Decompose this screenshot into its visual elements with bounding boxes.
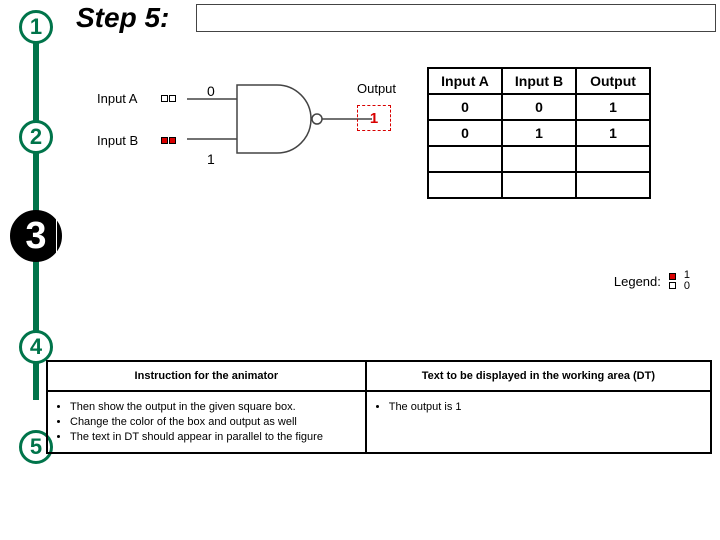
input-a-label: Input A [97,91,137,106]
step-node-4: 4 [19,330,53,364]
legend: Legend: 1 0 [614,270,690,292]
instr-right-cell: The output is 1 [366,391,711,453]
input-a-indicator-2 [169,95,176,102]
truth-header-a: Input A [428,68,502,94]
output-value-box: 1 [357,105,391,131]
legend-empty-icon [669,282,676,289]
step-node-2: 2 [19,120,53,154]
step-title: Step 5: [76,2,169,34]
input-a-indicator [161,95,168,102]
input-b-indicator-2 [169,137,176,144]
list-item: Change the color of the box and output a… [70,416,357,428]
title-placeholder-box [196,4,716,32]
truth-table: Input A Input B Output 0 0 1 0 1 1 [427,67,651,199]
timeline: 1 2 3 4 5 [16,0,56,420]
instruction-table-wrap: Instruction for the animator Text to be … [46,360,712,454]
list-item: Then show the output in the given square… [70,401,357,413]
legend-label: Legend: [614,274,661,289]
list-item: The text in DT should appear in parallel… [70,431,357,443]
truth-header-out: Output [576,68,650,94]
output-label: Output [357,81,396,96]
legend-red-icon [669,273,676,280]
instr-left-header: Instruction for the animator [47,361,366,391]
input-b-indicator [161,137,168,144]
list-item: The output is 1 [389,401,702,413]
step-node-1: 1 [19,10,53,44]
table-row [428,146,650,172]
instr-right-header: Text to be displayed in the working area… [366,361,711,391]
instr-left-cell: Then show the output in the given square… [47,391,366,453]
instruction-table: Instruction for the animator Text to be … [46,360,712,454]
table-row: 0 0 1 [428,94,650,120]
input-b-label: Input B [97,133,138,148]
table-row: 0 1 1 [428,120,650,146]
legend-zero: 0 [684,281,690,292]
step-node-3-active: 3 [10,210,62,262]
truth-header-b: Input B [502,68,576,94]
table-row [428,172,650,198]
